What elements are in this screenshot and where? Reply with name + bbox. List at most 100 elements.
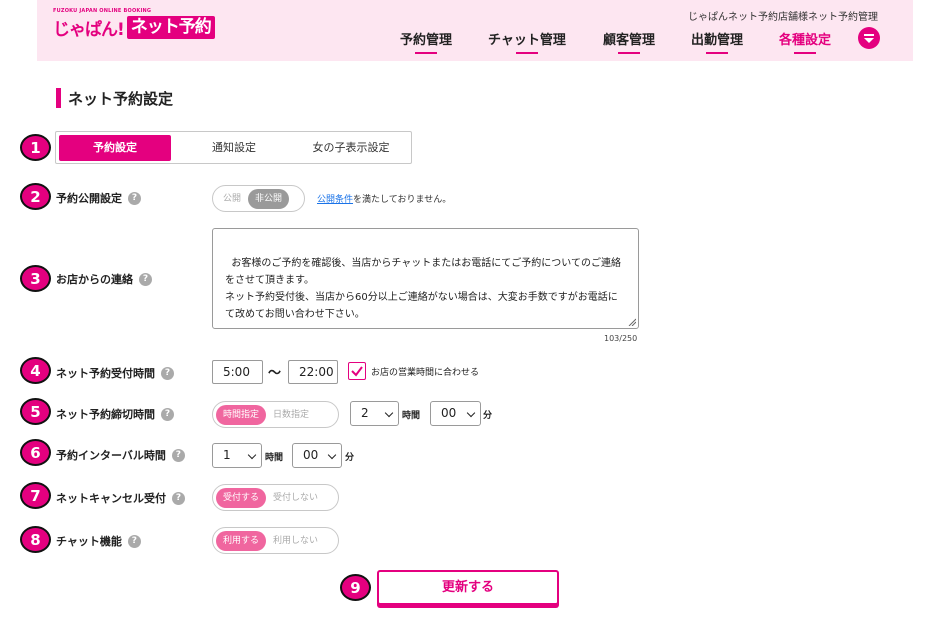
nav-label: 予約管理 xyxy=(400,33,453,48)
help-icon[interactable]: ? xyxy=(161,407,174,421)
resize-handle-icon[interactable] xyxy=(628,318,636,326)
interval-hours-select[interactable]: 1 xyxy=(212,443,262,468)
store-message-label: お店からの連絡 ? xyxy=(56,271,152,287)
chat-function-label: チャット機能 ? xyxy=(56,533,141,549)
nav-underline xyxy=(794,52,816,54)
nav-reservations[interactable]: 予約管理 xyxy=(400,29,453,54)
publish-toggle[interactable]: 公開 非公開 xyxy=(212,185,305,212)
net-cancel-label: ネットキャンセル受付 ? xyxy=(56,490,185,506)
nav-customers[interactable]: 顧客管理 xyxy=(603,29,656,54)
label-text: ネットキャンセル受付 xyxy=(56,492,166,505)
publish-option-public[interactable]: 公開 xyxy=(216,189,248,209)
chevron-down-icon xyxy=(247,450,257,460)
help-icon[interactable]: ? xyxy=(161,366,174,380)
chevron-down-icon xyxy=(327,450,337,460)
step-badge: 5 xyxy=(20,398,51,425)
textarea-value: お客様のご予約を確認後、当店からチャットまたはお電話にてご予約についてのご連絡を… xyxy=(225,258,621,320)
store-message-textarea[interactable]: お客様のご予約を確認後、当店からチャットまたはお電話にてご予約についてのご連絡を… xyxy=(212,228,639,329)
chat-function-toggle[interactable]: 利用する 利用しない xyxy=(212,527,339,554)
reception-end-input[interactable]: 22:00 xyxy=(288,360,338,384)
nav-label: 各種設定 xyxy=(779,33,832,48)
select-value: 2 xyxy=(361,406,369,420)
nav-label: チャット管理 xyxy=(488,33,566,48)
help-icon[interactable]: ? xyxy=(172,491,185,505)
label-text: 予約公開設定 xyxy=(56,192,122,205)
time-separator: 〜 xyxy=(268,366,282,381)
match-hours-checkbox[interactable] xyxy=(348,362,366,380)
publish-notice: 公開条件を満たしておりません。 xyxy=(317,192,451,205)
page-title: ネット予約設定 xyxy=(56,88,173,108)
match-hours-label: お店の営業時間に合わせる xyxy=(371,368,480,378)
help-icon[interactable]: ? xyxy=(127,534,141,548)
reception-start-input[interactable]: 5:00 xyxy=(212,360,263,384)
nav-underline xyxy=(415,52,437,54)
nav-underline xyxy=(515,52,538,54)
reception-hours-label: ネット予約受付時間 ? xyxy=(56,365,174,381)
menu-bar xyxy=(864,34,874,36)
tab-reservation-settings[interactable]: 予約設定 xyxy=(59,135,171,161)
menu-triangle xyxy=(864,38,874,43)
label-text: チャット機能 xyxy=(56,535,122,548)
step-badge: 8 xyxy=(20,526,51,553)
label-text: 予約インターバル時間 xyxy=(56,449,166,462)
logo-tagline: FUZOKU JAPAN ONLINE BOOKING xyxy=(53,8,152,14)
title-accent-bar xyxy=(56,88,61,108)
step-badge: 2 xyxy=(20,183,51,210)
select-value: 00 xyxy=(441,406,457,420)
hours-unit: 時間 xyxy=(265,453,284,463)
minutes-unit: 分 xyxy=(483,411,493,421)
minutes-unit: 分 xyxy=(345,453,355,463)
nav-underline xyxy=(706,52,728,54)
deadline-minutes-select[interactable]: 00 xyxy=(430,401,481,426)
net-cancel-toggle[interactable]: 受付する 受付しない xyxy=(212,484,339,511)
step-badge: 6 xyxy=(20,439,51,466)
chat-option-not-use[interactable]: 利用しない xyxy=(266,531,325,551)
page-title-text: ネット予約設定 xyxy=(68,89,174,108)
publish-option-private[interactable]: 非公開 xyxy=(248,188,290,209)
step-badge: 9 xyxy=(340,574,371,601)
step-badge: 1 xyxy=(20,134,51,161)
nav-label: 顧客管理 xyxy=(603,33,656,48)
select-value: 1 xyxy=(223,448,231,462)
cancel-option-reject[interactable]: 受付しない xyxy=(266,488,325,508)
app-header: FUZOKU JAPAN ONLINE BOOKING じゃぱん! ネット予約 … xyxy=(37,0,913,61)
step-badge: 4 xyxy=(20,357,51,384)
deadline-option-time[interactable]: 時間指定 xyxy=(216,404,267,425)
interval-label: 予約インターバル時間 ? xyxy=(56,447,185,463)
chevron-down-icon xyxy=(384,408,394,418)
interval-minutes-select[interactable]: 00 xyxy=(292,443,342,468)
deadline-option-days[interactable]: 日数指定 xyxy=(266,405,316,425)
main-nav: 予約管理 チャット管理 顧客管理 出勤管理 各種設定 xyxy=(37,29,913,55)
store-name: じゃぱんネット予約店舗様ネット予約管理 xyxy=(688,12,878,23)
nav-attendance[interactable]: 出勤管理 xyxy=(691,29,744,54)
label-text: ネット予約締切時間 xyxy=(56,408,155,421)
notice-text: を満たしておりません。 xyxy=(353,195,452,205)
tab-girl-display-settings[interactable]: 女の子表示設定 xyxy=(292,135,410,161)
update-button[interactable]: 更新する xyxy=(377,570,559,605)
deadline-mode-toggle[interactable]: 時間指定 日数指定 xyxy=(212,401,339,428)
hours-unit: 時間 xyxy=(402,411,421,421)
label-text: お店からの連絡 xyxy=(56,273,133,286)
check-icon xyxy=(351,366,363,377)
dropdown-menu-icon[interactable] xyxy=(858,27,880,49)
chat-option-use[interactable]: 利用する xyxy=(216,530,267,551)
nav-underline xyxy=(618,52,640,54)
label-text: ネット予約受付時間 xyxy=(56,367,155,380)
publish-setting-label: 予約公開設定 ? xyxy=(56,190,141,206)
help-icon[interactable]: ? xyxy=(171,448,185,462)
help-icon[interactable]: ? xyxy=(139,272,152,286)
step-badge: 7 xyxy=(20,482,51,509)
select-value: 00 xyxy=(303,448,319,462)
nav-label: 出勤管理 xyxy=(691,33,744,48)
cancel-option-accept[interactable]: 受付する xyxy=(216,487,267,508)
publish-conditions-link[interactable]: 公開条件 xyxy=(317,195,353,205)
nav-settings[interactable]: 各種設定 xyxy=(779,29,832,54)
deadline-label: ネット予約締切時間 ? xyxy=(56,406,174,422)
tab-notification-settings[interactable]: 通知設定 xyxy=(178,135,290,161)
settings-tabs: 予約設定 通知設定 女の子表示設定 xyxy=(55,131,412,164)
help-icon[interactable]: ? xyxy=(128,191,141,205)
deadline-hours-select[interactable]: 2 xyxy=(350,401,399,426)
nav-chat[interactable]: チャット管理 xyxy=(488,29,566,54)
step-badge: 3 xyxy=(20,265,51,292)
character-counter: 103/250 xyxy=(604,334,638,343)
